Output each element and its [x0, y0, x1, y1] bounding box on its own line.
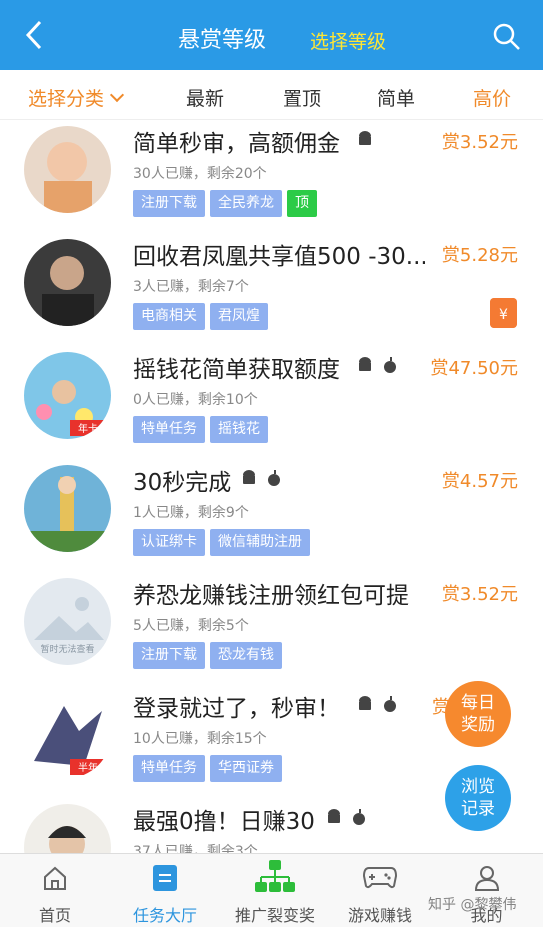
- select-level-button[interactable]: 选择等级: [310, 27, 386, 54]
- category-filter[interactable]: 选择分类: [28, 84, 125, 111]
- task-tag: 微信辅助注册: [210, 529, 310, 556]
- task-title: 摇钱花简单获取额度: [133, 357, 340, 383]
- avatar: 年卡: [24, 352, 111, 439]
- task-meta: 30人已赚，剩余20个: [133, 166, 267, 182]
- filter-simple[interactable]: 简单: [377, 84, 415, 111]
- tab-games[interactable]: 游戏赚钱: [330, 854, 430, 928]
- apple-icon: [384, 696, 396, 712]
- task-reward: 赏4.57元: [441, 471, 518, 492]
- tab-task-hall[interactable]: 任务大厅: [110, 854, 220, 928]
- watermark: 知乎 @黎攀伟: [428, 897, 517, 913]
- task-tag: 特单任务: [133, 755, 205, 782]
- tab-referral-label: 推广裂变奖: [234, 906, 315, 925]
- task-meta: 37人已赚，剩余3个: [133, 844, 258, 853]
- avatar: [24, 804, 111, 853]
- filter-pinned[interactable]: 置顶: [283, 84, 321, 111]
- task-title: 30秒完成: [133, 470, 232, 496]
- android-icon: [359, 131, 371, 145]
- task-tag: 摇钱花: [210, 416, 268, 443]
- referral-network-icon: [255, 860, 295, 892]
- filter-bar: 选择分类 最新 置顶 简单 高价: [0, 70, 543, 120]
- task-title: 登录就过了，秒审！: [133, 696, 340, 722]
- task-list-icon: [153, 865, 177, 891]
- task-meta: 0人已赚，剩余10个: [133, 392, 258, 408]
- back-arrow-icon[interactable]: [20, 18, 50, 52]
- avatar-placeholder-text: 暂时无法查看: [40, 643, 94, 655]
- svg-text:¥: ¥: [499, 307, 508, 323]
- task-meta: 5人已赚，剩余5个: [133, 618, 249, 634]
- task-tag: 认证绑卡: [133, 529, 205, 556]
- apple-icon: [384, 357, 396, 373]
- gamepad-icon: [363, 867, 397, 889]
- android-icon: [359, 696, 371, 710]
- task-reward: 赏3.52元: [441, 132, 518, 153]
- pinned-badge: 顶: [287, 190, 317, 217]
- tab-task-hall-label: 任务大厅: [132, 906, 197, 925]
- avatar-placeholder: 暂时无法查看: [24, 578, 111, 665]
- task-item[interactable]: 年卡 摇钱花简单获取额度 赏47.50元 0人已赚，剩余10个 特单任务 摇钱花: [0, 346, 543, 459]
- avatar: [24, 126, 111, 213]
- filter-high-price[interactable]: 高价: [473, 84, 511, 111]
- tab-mine[interactable]: 我的: [430, 854, 543, 928]
- task-tag: 华西证券: [210, 755, 282, 782]
- task-title: 养恐龙赚钱注册领红包可提: [133, 583, 409, 609]
- avatar: [24, 239, 111, 326]
- category-filter-label: 选择分类: [28, 88, 105, 110]
- task-meta: 1人已赚，剩余9个: [133, 505, 249, 521]
- avatar-badge: 年卡: [78, 422, 98, 435]
- tab-games-label: 游戏赚钱: [347, 906, 412, 925]
- top-bar: 悬赏等级 选择等级: [0, 0, 543, 70]
- avatar-badge: 半年: [78, 761, 98, 774]
- task-reward: 赏47.50元: [430, 358, 518, 379]
- task-tags: 电商相关 君凤煌: [133, 303, 273, 330]
- tab-home-label: 首页: [38, 906, 71, 925]
- task-tags: 特单任务 摇钱花: [133, 416, 273, 443]
- task-reward: 赏5.28元: [441, 245, 518, 266]
- task-tag: 注册下载: [133, 642, 205, 669]
- task-tags: 注册下载 全民养龙顶: [133, 190, 322, 217]
- task-tag: 特单任务: [133, 416, 205, 443]
- task-item[interactable]: 简单秒审，高额佣金 赏3.52元 30人已赚，剩余20个 注册下载 全民养龙顶: [0, 120, 543, 233]
- apple-icon: [268, 470, 280, 486]
- task-item[interactable]: 30秒完成 赏4.57元 1人已赚，剩余9个 认证绑卡 微信辅助注册: [0, 459, 543, 572]
- android-icon: [359, 357, 371, 371]
- browse-history-button[interactable]: 浏览记录: [445, 765, 511, 831]
- task-tags: 注册下载 恐龙有钱: [133, 642, 287, 669]
- home-icon: [44, 866, 66, 890]
- page-title: 悬赏等级: [178, 28, 267, 53]
- daily-reward-button[interactable]: 每日奖励: [445, 681, 511, 747]
- filter-newest[interactable]: 最新: [186, 84, 224, 111]
- chevron-down-icon: [109, 87, 125, 103]
- browse-history-label: 浏览记录: [461, 777, 495, 819]
- task-tag: 恐龙有钱: [210, 642, 282, 669]
- task-meta: 3人已赚，剩余7个: [133, 279, 249, 295]
- android-icon: [328, 809, 340, 823]
- tab-home[interactable]: 首页: [0, 854, 110, 928]
- task-item[interactable]: 暂时无法查看 养恐龙赚钱注册领红包可提 赏3.52元 5人已赚，剩余5个 注册下…: [0, 572, 543, 685]
- daily-reward-label: 每日奖励: [461, 693, 495, 735]
- red-packet-icon: ¥: [490, 298, 517, 328]
- apple-icon: [353, 809, 365, 825]
- task-title: 回收君凤凰共享值500 -30...: [133, 244, 425, 270]
- user-icon: [474, 866, 499, 891]
- task-tags: 特单任务 华西证券: [133, 755, 287, 782]
- search-icon[interactable]: [492, 22, 522, 52]
- task-tag: 注册下载: [133, 190, 205, 217]
- task-title: 简单秒审，高额佣金: [133, 131, 340, 157]
- task-item[interactable]: 回收君凤凰共享值500 -30... 赏5.28元 3人已赚，剩余7个 电商相关…: [0, 233, 543, 346]
- task-tag: 全民养龙: [210, 190, 282, 217]
- task-reward: 赏3.52元: [441, 584, 518, 605]
- task-meta: 10人已赚，剩余15个: [133, 731, 267, 747]
- android-icon: [243, 470, 255, 484]
- avatar: [24, 465, 111, 552]
- bottom-nav: 首页 任务大厅 推广裂变奖 游戏赚钱 我的: [0, 853, 543, 927]
- task-tags: 认证绑卡 微信辅助注册: [133, 529, 315, 556]
- task-tag: 电商相关: [133, 303, 205, 330]
- tab-referral[interactable]: 推广裂变奖: [220, 854, 330, 928]
- task-title: 最强0撸！日赚30: [133, 809, 315, 835]
- task-tag: 君凤煌: [210, 303, 268, 330]
- avatar: 半年: [24, 691, 111, 778]
